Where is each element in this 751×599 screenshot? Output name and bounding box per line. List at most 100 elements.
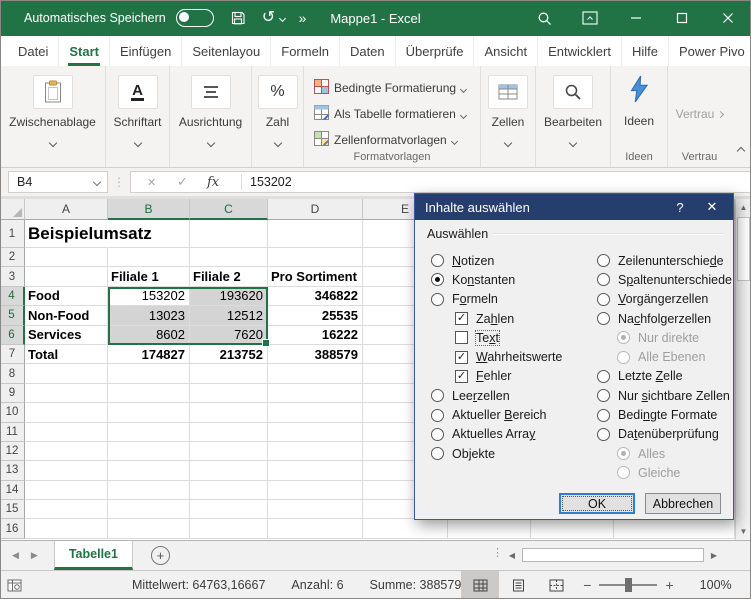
radio-gleiche[interactable] (617, 466, 630, 480)
option-bedingte-formate[interactable]: Bedingte Formate (597, 405, 732, 424)
radio-notizen[interactable] (431, 254, 444, 268)
radio-aktueller-bereich[interactable] (431, 408, 444, 422)
dialog-title-bar[interactable]: Inhalte auswählen ? ✕ (415, 194, 733, 220)
cell-A11[interactable] (25, 422, 108, 442)
tab-ueberpruefe[interactable]: Überprüfe (396, 36, 475, 66)
tab-scrollbar-splitter[interactable]: ⋮ (492, 546, 503, 559)
cell-B16[interactable] (108, 519, 190, 539)
fx-icon[interactable]: fx (207, 175, 233, 190)
group-zellen[interactable]: Zellen (481, 66, 536, 167)
group-zahl[interactable]: % Zahl (252, 66, 304, 167)
cell-B11[interactable] (108, 422, 190, 442)
row-header-1[interactable]: 1 (0, 220, 25, 248)
option-konstanten[interactable]: Konstanten (431, 270, 562, 289)
cell-C6[interactable]: 7620 (190, 325, 268, 345)
cell-B7[interactable]: 174827 (108, 344, 190, 365)
option-wahrheitswerte[interactable]: ✓ Wahrheitswerte (455, 347, 562, 366)
cell-D16[interactable] (268, 519, 363, 539)
radio-aktuelles-array[interactable] (431, 427, 444, 441)
horizontal-scrollbar[interactable]: ◀ ▶ (504, 547, 722, 563)
view-normal-button[interactable] (461, 571, 500, 599)
option-text[interactable]: Text (455, 328, 562, 347)
radio-nur-direkte[interactable] (617, 331, 630, 345)
option-letzte-zelle[interactable]: Letzte Zelle (597, 367, 732, 386)
cell-D12[interactable] (268, 441, 363, 462)
zoom-out-button[interactable]: − (583, 577, 591, 593)
enter-icon[interactable]: ✓ (177, 174, 207, 190)
maximize-icon[interactable] (659, 0, 705, 36)
cell-A2[interactable] (25, 248, 108, 268)
search-icon[interactable] (521, 0, 567, 36)
close-icon[interactable] (705, 0, 751, 36)
ok-button[interactable]: OK (559, 493, 635, 514)
ribbon-display-options-icon[interactable] (567, 0, 613, 36)
option-objekte[interactable]: Objekte (431, 444, 562, 463)
radio-nur-sichtbare-zellen[interactable] (597, 389, 610, 403)
cell-A7[interactable]: Total (25, 344, 108, 365)
option-nur-direkte[interactable]: Nur direkte (617, 328, 732, 347)
formula-input[interactable]: 153202 (250, 175, 292, 189)
group-ausrichtung[interactable]: Ausrichtung (170, 66, 252, 167)
cell-D9[interactable] (268, 383, 363, 404)
zoom-slider[interactable] (599, 578, 658, 592)
tab-entwicklert[interactable]: Entwicklert (538, 36, 622, 66)
dialog-help-icon[interactable]: ? (665, 200, 695, 215)
cell-A9[interactable] (25, 383, 108, 404)
cell-C16[interactable] (190, 519, 268, 539)
cell-C4[interactable]: 193620 (190, 286, 268, 307)
cell-C15[interactable] (190, 500, 268, 520)
cell-B4[interactable]: 153202 (108, 286, 190, 307)
minimize-icon[interactable] (613, 0, 659, 36)
add-sheet-button[interactable]: + (150, 546, 170, 565)
radio-leerzellen[interactable] (431, 389, 444, 403)
cell-E16[interactable] (363, 519, 448, 539)
option-leerzellen[interactable]: Leerzellen (431, 386, 562, 405)
row-header-16[interactable]: 16 (0, 519, 25, 539)
cell-x5-16[interactable] (448, 519, 531, 539)
tab-formeln[interactable]: Formeln (271, 36, 340, 66)
select-all-button[interactable] (0, 199, 25, 220)
option-vorgaengerzellen[interactable]: Vorgängerzellen (597, 290, 732, 309)
undo-dropdown-icon[interactable] (278, 14, 286, 22)
cell-A12[interactable] (25, 441, 108, 462)
cell-B3[interactable]: Filiale 1 (108, 267, 190, 287)
cancel-icon[interactable]: ✕ (147, 176, 177, 189)
row-header-3[interactable]: 3 (0, 267, 25, 287)
cell-A6[interactable]: Services (25, 325, 108, 345)
cell-x7-16[interactable] (614, 519, 735, 539)
cell-D2[interactable] (268, 248, 363, 268)
row-header-13[interactable]: 13 (0, 461, 25, 481)
row-header-2[interactable]: 2 (0, 248, 25, 268)
column-header-C[interactable]: C (190, 199, 268, 220)
cell-B12[interactable] (108, 441, 190, 462)
row-header-15[interactable]: 15 (0, 500, 25, 520)
tab-datei[interactable]: Datei (8, 36, 60, 66)
radio-nachfolgerzellen[interactable] (597, 312, 610, 326)
radio-vorgaengerzellen[interactable] (597, 292, 610, 306)
vertical-scroll-thumb[interactable] (737, 217, 750, 281)
cell-C10[interactable] (190, 403, 268, 423)
cell-D7[interactable]: 388579 (268, 344, 363, 365)
tab-start[interactable]: Start (59, 36, 110, 66)
tab-power-pivo[interactable]: Power Pivo (669, 36, 751, 66)
checkbox-text[interactable] (455, 331, 468, 345)
tab-hilfe[interactable]: Hilfe (622, 36, 669, 66)
cell-D13[interactable] (268, 461, 363, 481)
cell-B5[interactable]: 13023 (108, 306, 190, 326)
cell-C1[interactable] (190, 220, 268, 248)
row-header-6[interactable]: 6 (0, 325, 25, 345)
row-header-9[interactable]: 9 (0, 383, 25, 404)
cell-D8[interactable] (268, 364, 363, 384)
dialog-close-icon[interactable]: ✕ (695, 199, 733, 215)
cell-A3[interactable] (25, 267, 108, 287)
tab-ansicht[interactable]: Ansicht (474, 36, 539, 66)
checkbox-wahrheitswerte[interactable]: ✓ (455, 350, 468, 364)
cell-D4[interactable]: 346822 (268, 286, 363, 307)
bedingte-formatierung-button[interactable]: Bedingte Formatierung (314, 75, 480, 101)
scroll-left-icon[interactable]: ◀ (504, 547, 520, 563)
cell-C14[interactable] (190, 480, 268, 501)
checkbox-fehler[interactable]: ✓ (455, 369, 468, 383)
cell-B6[interactable]: 8602 (108, 325, 190, 345)
option-gleiche[interactable]: Gleiche (617, 463, 732, 482)
column-header-A[interactable]: A (25, 199, 108, 220)
